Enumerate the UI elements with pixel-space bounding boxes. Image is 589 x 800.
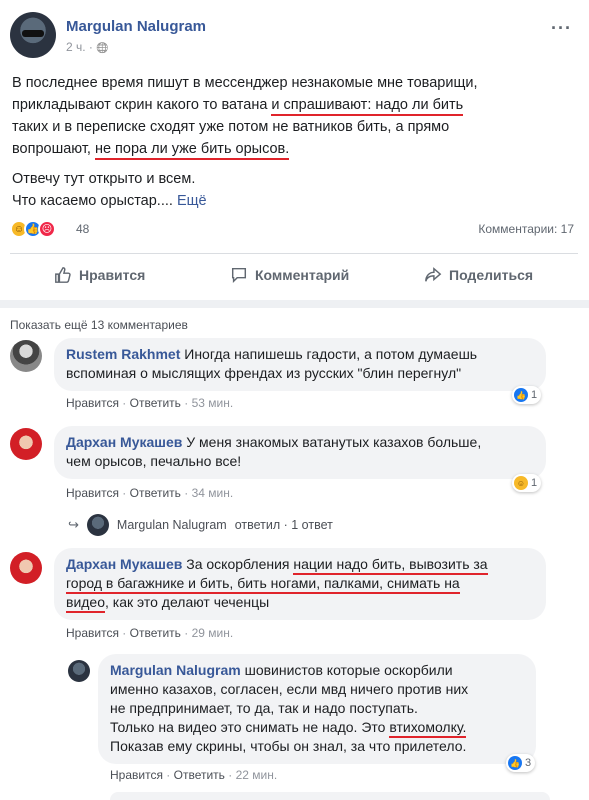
thumbs-up-icon: [55, 267, 71, 283]
comment-text: чем орысов, печально все!: [66, 453, 242, 469]
comment-bubble: Дархан Мукашев У меня знакомых ватанутых…: [54, 426, 546, 479]
comment-reply-link[interactable]: Ответить: [130, 626, 181, 640]
share-button[interactable]: Поделиться: [424, 266, 533, 284]
commenter-name[interactable]: Margulan Nalugram: [110, 662, 241, 678]
post-text-line: вопрошают,: [12, 141, 95, 157]
comment-time[interactable]: 29 мин.: [192, 626, 234, 640]
like-button[interactable]: Нравится: [54, 266, 145, 284]
post-meta: 2 ч. · 🌐: [66, 40, 109, 54]
reply-arrow-icon: ↪: [68, 517, 79, 532]
comment-time[interactable]: 34 мин.: [192, 486, 234, 500]
commenter-avatar[interactable]: [68, 660, 90, 682]
like-label: Нравится: [79, 267, 146, 283]
commenter-avatar[interactable]: [10, 552, 42, 584]
post-body: В последнее время пишут в мессенджер нез…: [12, 72, 577, 220]
like-reaction-icon: 👍: [514, 388, 528, 402]
post-author-name[interactable]: Margulan Nalugram: [66, 18, 206, 35]
badge-count: 1: [531, 389, 538, 401]
comment-text-underlined: втихомолку.: [389, 719, 467, 738]
commenter-avatar[interactable]: [10, 428, 42, 460]
comment-meta: Нравится · Ответить · 29 мин.: [66, 626, 234, 640]
reply-author-avatar: [86, 514, 109, 536]
comments-count[interactable]: Комментарии: 17: [478, 222, 574, 236]
globe-icon: 🌐: [96, 43, 109, 54]
comment-reaction-badge[interactable]: 👍 1: [512, 386, 542, 404]
commenter-avatar[interactable]: [10, 340, 42, 372]
comment-text: , как это делают чеченцы: [105, 594, 270, 610]
comment-time[interactable]: 22 мин.: [236, 768, 278, 782]
comment-like-link[interactable]: Нравится: [66, 396, 119, 410]
next-comment-bubble-edge: [110, 792, 550, 800]
comment-bubble: Дархан Мукашев За оскорбления нации надо…: [54, 548, 546, 620]
badge-count: 1: [531, 477, 538, 489]
post-actions: Нравится Комментарий Поделиться: [10, 258, 578, 292]
comment-text: Показав ему скрины, чтобы он знал, за чт…: [110, 738, 467, 754]
divider: [10, 253, 578, 254]
comment-meta: Нравится · Ответить · 34 мин.: [66, 486, 234, 500]
post-text-line: Отвечу тут открыто и всем.: [12, 171, 196, 187]
reaction-icons[interactable]: ☺ 👍 ☹: [10, 220, 70, 240]
post-text-underlined: не пора ли уже бить орысов.: [94, 141, 290, 160]
post-text-line: В последнее время пишут в мессенджер нез…: [12, 75, 478, 91]
post-text-line: прикладывают скрин какого то ватана: [12, 97, 272, 113]
comment-text-underlined: нации надо бить, вывозить за: [293, 556, 488, 575]
comment-text: не предпринимает, то да, так и надо пост…: [110, 700, 418, 716]
badge-count: 3: [525, 757, 532, 769]
comment-reaction-badge[interactable]: ☺ 1: [512, 474, 542, 492]
share-icon: [425, 267, 442, 282]
see-more-link[interactable]: Ещё: [177, 193, 207, 209]
show-more-comments-link[interactable]: Показать ещё 13 комментариев: [10, 318, 188, 332]
post-text-underlined: и спрашивают: надо ли бить: [271, 97, 464, 116]
comment-time[interactable]: 53 мин.: [192, 396, 234, 410]
comment-bubble: Rustem Rakhmet Иногда напишешь гадости, …: [54, 338, 546, 391]
share-label: Поделиться: [449, 267, 534, 283]
commenter-name[interactable]: Дархан Мукашев: [66, 556, 182, 572]
post-text-line: таких и в переписке сходят уже потом не …: [12, 119, 450, 135]
comment-reaction-badge[interactable]: 👍 3: [506, 754, 536, 772]
commenter-name[interactable]: Дархан Мукашев: [66, 434, 182, 450]
more-options-icon[interactable]: ···: [551, 18, 572, 39]
reactions-summary: ☺ 👍 ☹ 48 Комментарии: 17: [10, 218, 578, 242]
comment-bubble: Margulan Nalugram шовинистов которые оск…: [98, 654, 536, 764]
reactions-count[interactable]: 48: [76, 222, 89, 236]
comment-text: именно казахов, согласен, если мвд ничег…: [110, 681, 469, 697]
comment-label: Комментарий: [255, 267, 350, 283]
comment-text: Только на видео это снимать не надо. Это: [110, 719, 390, 735]
reply-author-name: Margulan Nalugram: [116, 518, 227, 532]
comment-like-link[interactable]: Нравится: [66, 626, 119, 640]
comment-like-link[interactable]: Нравится: [110, 768, 163, 782]
comment-button[interactable]: Комментарий: [230, 266, 349, 284]
comment-text: вспоминая о мыслящих френдах из русских …: [66, 365, 462, 381]
post-text-line: Что касаемо орыстар....: [12, 193, 177, 209]
comment-icon: [231, 267, 247, 284]
comment-reply-link[interactable]: Ответить: [174, 768, 225, 782]
comment-reply-link[interactable]: Ответить: [130, 396, 181, 410]
author-avatar[interactable]: [10, 12, 56, 58]
post-time[interactable]: 2 ч. ·: [66, 40, 93, 54]
haha-reaction-icon: ☺: [514, 476, 528, 490]
section-separator: [0, 300, 589, 308]
reply-summary-text: ответил · 1 ответ: [234, 518, 333, 532]
angry-reaction-icon: ☹: [38, 220, 56, 238]
comment-meta: Нравится · Ответить · 22 мин.: [110, 768, 278, 782]
comment-text-underlined: город в багажнике и бить, бить ногами, п…: [66, 575, 460, 594]
comment-like-link[interactable]: Нравится: [66, 486, 119, 500]
comment-reply-link[interactable]: Ответить: [130, 486, 181, 500]
comment-meta: Нравится · Ответить · 53 мин.: [66, 396, 234, 410]
commenter-name[interactable]: Rustem Rakhmet: [66, 346, 180, 362]
like-reaction-icon: 👍: [508, 756, 522, 770]
comment-text: У меня знакомых ватанутых казахов больше…: [182, 434, 482, 450]
comment-text-underlined: видео: [66, 594, 105, 613]
comment-text: шовинистов которые оскорбили: [240, 662, 453, 678]
comment-text: За оскорбления: [182, 556, 294, 572]
reply-summary[interactable]: ↪ Margulan Nalugram ответил · 1 ответ: [68, 514, 333, 536]
post-header: Margulan Nalugram 2 ч. · 🌐 ···: [10, 12, 580, 62]
comment-text: Иногда напишешь гадости, а потом думаешь: [180, 346, 478, 362]
